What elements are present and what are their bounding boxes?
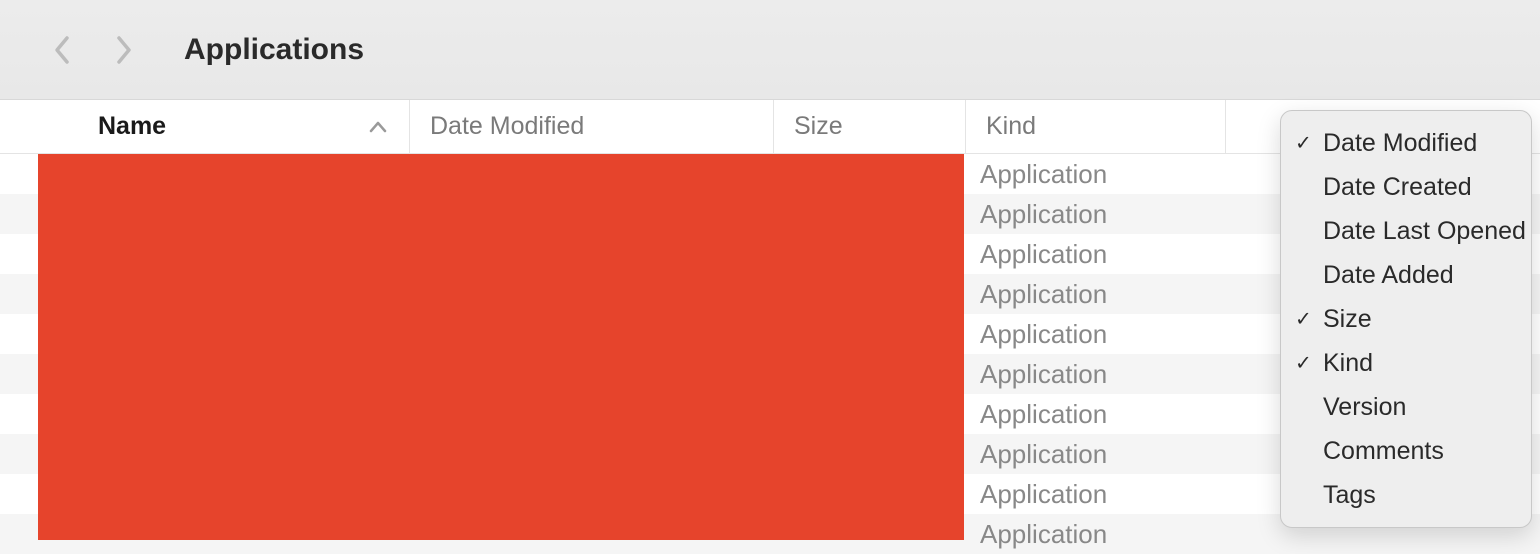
kind-cell: Application xyxy=(980,279,1107,310)
menu-item-date-created[interactable]: Date Created xyxy=(1281,165,1531,209)
check-icon: ✓ xyxy=(1295,307,1312,332)
column-header-kind[interactable]: Kind xyxy=(966,100,1226,153)
menu-item-label: Size xyxy=(1323,305,1372,334)
column-header-kind-label: Kind xyxy=(986,112,1036,141)
chevron-left-icon xyxy=(53,35,71,65)
kind-cell: Application xyxy=(980,239,1107,270)
menu-item-comments[interactable]: Comments xyxy=(1281,429,1531,473)
menu-item-label: Date Created xyxy=(1323,173,1472,202)
menu-item-size[interactable]: ✓ Size xyxy=(1281,297,1531,341)
column-header-size-label: Size xyxy=(794,112,843,141)
column-header-date-modified[interactable]: Date Modified xyxy=(410,100,774,153)
column-header-date-modified-label: Date Modified xyxy=(430,112,584,141)
kind-cell: Application xyxy=(980,319,1107,350)
menu-item-tags[interactable]: Tags xyxy=(1281,473,1531,517)
menu-item-label: Date Last Opened xyxy=(1323,217,1526,246)
kind-cell: Application xyxy=(980,359,1107,390)
kind-cell: Application xyxy=(980,439,1107,470)
menu-item-label: Date Modified xyxy=(1323,129,1477,158)
menu-item-date-last-opened[interactable]: Date Last Opened xyxy=(1281,209,1531,253)
column-header-size[interactable]: Size xyxy=(774,100,966,153)
menu-item-kind[interactable]: ✓ Kind xyxy=(1281,341,1531,385)
menu-item-label: Date Added xyxy=(1323,261,1454,290)
kind-cell: Application xyxy=(980,159,1107,190)
forward-button[interactable] xyxy=(112,38,136,62)
redaction-overlay xyxy=(38,154,964,540)
nav-arrows xyxy=(50,38,136,62)
kind-cell: Application xyxy=(980,399,1107,430)
toolbar: Applications xyxy=(0,0,1540,100)
kind-cell: Application xyxy=(980,199,1107,230)
kind-cell: Application xyxy=(980,519,1107,550)
column-header-name-label: Name xyxy=(98,112,166,141)
check-icon: ✓ xyxy=(1295,131,1312,156)
page-title: Applications xyxy=(184,33,364,67)
menu-item-label: Kind xyxy=(1323,349,1373,378)
column-header-name[interactable]: Name xyxy=(0,100,410,153)
menu-item-version[interactable]: Version xyxy=(1281,385,1531,429)
menu-item-label: Tags xyxy=(1323,481,1376,510)
column-context-menu: ✓ Date Modified Date Created Date Last O… xyxy=(1280,110,1532,528)
menu-item-label: Version xyxy=(1323,393,1406,422)
menu-item-label: Comments xyxy=(1323,437,1444,466)
sort-ascending-icon xyxy=(369,121,387,133)
chevron-right-icon xyxy=(115,35,133,65)
menu-item-date-modified[interactable]: ✓ Date Modified xyxy=(1281,121,1531,165)
check-icon: ✓ xyxy=(1295,351,1312,376)
kind-cell: Application xyxy=(980,479,1107,510)
back-button[interactable] xyxy=(50,38,74,62)
menu-item-date-added[interactable]: Date Added xyxy=(1281,253,1531,297)
